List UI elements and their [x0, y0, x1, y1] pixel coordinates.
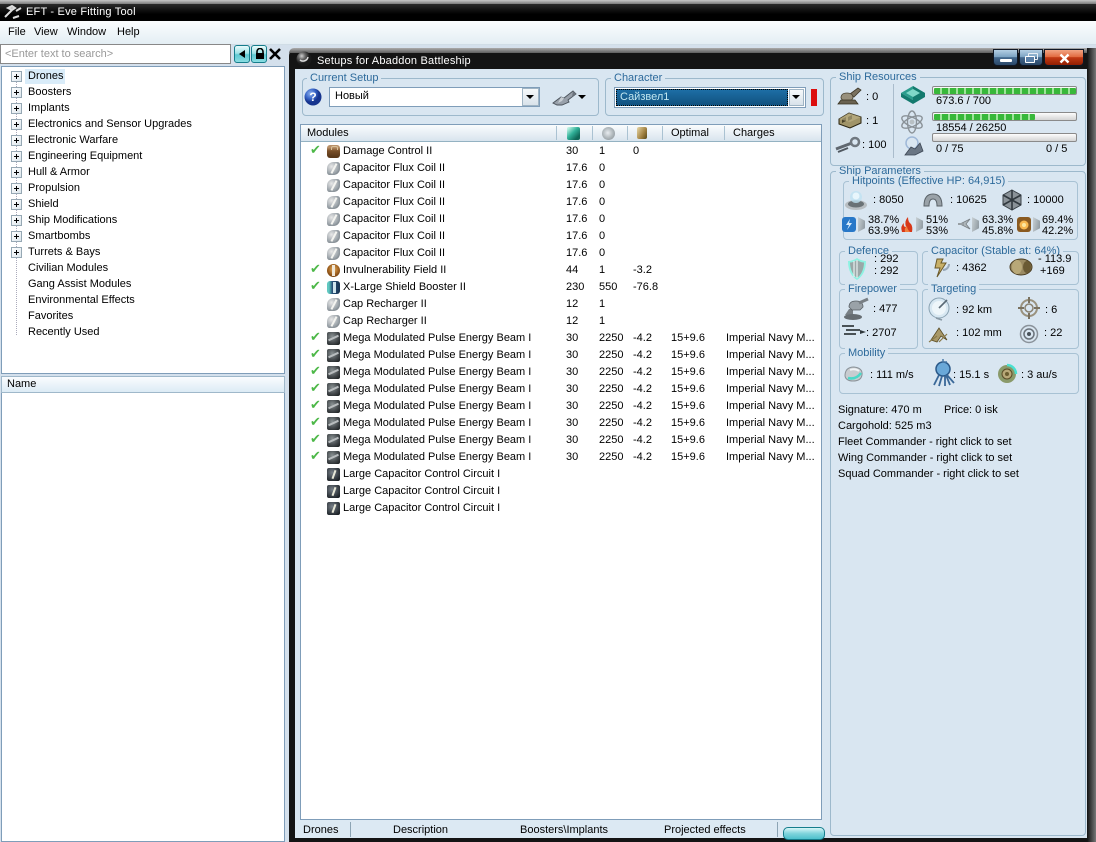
svg-text:?: ?	[309, 90, 316, 104]
